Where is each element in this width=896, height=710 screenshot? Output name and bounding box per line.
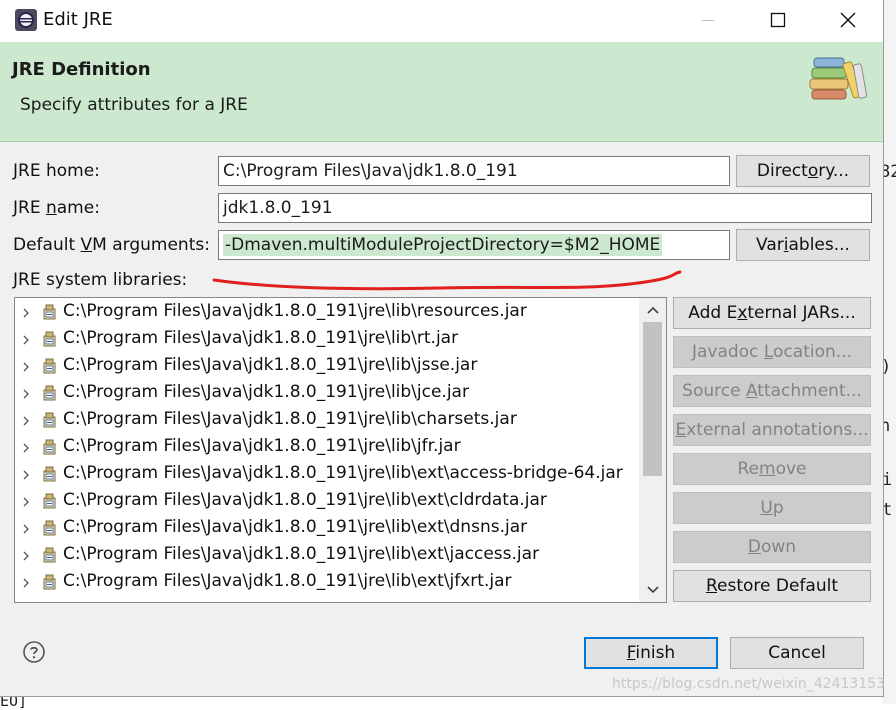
- jar-icon: [43, 520, 56, 536]
- chevron-right-icon[interactable]: [21, 416, 31, 426]
- jar-icon: [43, 574, 56, 590]
- jar-icon: [43, 304, 56, 320]
- library-path: C:\Program Files\Java\jdk1.8.0_191\jre\l…: [63, 301, 527, 321]
- close-icon: [840, 12, 856, 28]
- chevron-right-icon[interactable]: [21, 443, 31, 453]
- chevron-right-icon[interactable]: [21, 362, 31, 372]
- scroll-down-arrow-icon[interactable]: [646, 582, 660, 596]
- edit-jre-dialog: Edit JRE JRE Definition Specify attribut…: [0, 0, 886, 697]
- tree-vertical-scrollbar[interactable]: [639, 298, 666, 602]
- books-icon: [809, 57, 868, 100]
- library-path: C:\Program Files\Java\jdk1.8.0_191\jre\l…: [63, 544, 540, 564]
- jar-icon: [43, 466, 56, 482]
- library-path: C:\Program Files\Java\jdk1.8.0_191\jre\l…: [63, 436, 461, 456]
- library-path: C:\Program Files\Java\jdk1.8.0_191\jre\l…: [63, 517, 528, 537]
- variables-button[interactable]: Variables...: [736, 229, 870, 261]
- library-tree-row[interactable]: C:\Program Files\Java\jdk1.8.0_191\jre\l…: [15, 461, 640, 488]
- library-path: C:\Program Files\Java\jdk1.8.0_191\jre\l…: [63, 409, 517, 429]
- header-title: JRE Definition: [12, 59, 151, 80]
- library-tree-row[interactable]: C:\Program Files\Java\jdk1.8.0_191\jre\l…: [15, 488, 640, 515]
- chevron-right-icon[interactable]: [21, 308, 31, 318]
- library-tree-row[interactable]: C:\Program Files\Java\jdk1.8.0_191\jre\l…: [15, 542, 640, 569]
- external-annotations-button[interactable]: External annotations...: [673, 414, 871, 446]
- remove-button[interactable]: Remove: [673, 453, 871, 485]
- javadoc-location-button[interactable]: Javadoc Location...: [673, 336, 871, 368]
- jre-system-libraries-label: JRE system libraries:: [13, 270, 188, 290]
- chevron-right-icon[interactable]: [21, 389, 31, 399]
- chevron-right-icon[interactable]: [21, 578, 31, 588]
- jre-home-input[interactable]: C:\Program Files\Java\jdk1.8.0_191: [218, 156, 730, 186]
- library-path: C:\Program Files\Java\jdk1.8.0_191\jre\l…: [63, 463, 623, 483]
- red-underline-annotation: [212, 270, 682, 291]
- library-tree-row[interactable]: C:\Program Files\Java\jdk1.8.0_191\jre\l…: [15, 515, 640, 542]
- library-tree-row[interactable]: C:\Program Files\Java\jdk1.8.0_191\jre\l…: [15, 569, 640, 596]
- jar-icon: [43, 547, 56, 563]
- background-window-edge: [882, 0, 896, 704]
- library-tree-row[interactable]: C:\Program Files\Java\jdk1.8.0_191\jre\l…: [15, 299, 640, 326]
- source-attachment-button[interactable]: Source Attachment...: [673, 375, 871, 407]
- library-tree-row[interactable]: C:\Program Files\Java\jdk1.8.0_191\jre\l…: [15, 434, 640, 461]
- chevron-right-icon[interactable]: [21, 524, 31, 534]
- chevron-right-icon[interactable]: [21, 497, 31, 507]
- library-path: C:\Program Files\Java\jdk1.8.0_191\jre\l…: [63, 328, 459, 348]
- eclipse-icon: [15, 9, 37, 31]
- watermark: https://blog.csdn.net/weixin_42413153: [612, 676, 886, 692]
- library-tree-row[interactable]: C:\Program Files\Java\jdk1.8.0_191\jre\l…: [15, 353, 640, 380]
- jar-icon: [43, 439, 56, 455]
- vm-arguments-value: -Dmaven.multiModuleProjectDirectory=$M2_…: [223, 234, 663, 256]
- library-path: C:\Program Files\Java\jdk1.8.0_191\jre\l…: [63, 571, 512, 591]
- add-external-jars-button[interactable]: Add External JARs...: [673, 297, 871, 329]
- jar-icon: [43, 493, 56, 509]
- maximize-button[interactable]: [743, 0, 813, 40]
- jar-icon: [43, 331, 56, 347]
- jar-icon: [43, 358, 56, 374]
- chevron-right-icon[interactable]: [21, 470, 31, 480]
- window-title: Edit JRE: [43, 9, 113, 30]
- jre-name-label: JRE name:: [13, 198, 100, 218]
- jre-home-label: JRE home:: [13, 161, 100, 181]
- help-icon[interactable]: [22, 640, 46, 664]
- close-button[interactable]: [813, 0, 883, 40]
- library-path: C:\Program Files\Java\jdk1.8.0_191\jre\l…: [63, 382, 469, 402]
- minimize-button[interactable]: [673, 0, 743, 40]
- vm-arguments-input[interactable]: -Dmaven.multiModuleProjectDirectory=$M2_…: [218, 230, 730, 260]
- chevron-right-icon[interactable]: [21, 335, 31, 345]
- maximize-icon: [770, 12, 786, 28]
- header-subtitle: Specify attributes for a JRE: [20, 95, 248, 115]
- library-tree-row[interactable]: C:\Program Files\Java\jdk1.8.0_191\jre\l…: [15, 407, 640, 434]
- cancel-button[interactable]: Cancel: [730, 637, 864, 669]
- jre-name-input[interactable]: jdk1.8.0_191: [218, 193, 872, 223]
- down-button[interactable]: Down: [673, 531, 871, 563]
- library-path: C:\Program Files\Java\jdk1.8.0_191\jre\l…: [63, 355, 478, 375]
- chevron-right-icon[interactable]: [21, 551, 31, 561]
- minimize-icon: [702, 20, 714, 21]
- library-tree-row[interactable]: C:\Program Files\Java\jdk1.8.0_191\jre\l…: [15, 326, 640, 353]
- jar-icon: [43, 412, 56, 428]
- scroll-up-arrow-icon[interactable]: [646, 304, 660, 318]
- library-tree-row[interactable]: C:\Program Files\Java\jdk1.8.0_191\jre\l…: [15, 380, 640, 407]
- vm-arguments-label: Default VM arguments:: [13, 235, 210, 255]
- libraries-tree[interactable]: C:\Program Files\Java\jdk1.8.0_191\jre\l…: [14, 297, 667, 603]
- scrollbar-thumb[interactable]: [643, 322, 662, 476]
- finish-button[interactable]: Finish: [584, 637, 718, 669]
- directory-button[interactable]: Directory...: [736, 155, 870, 187]
- jar-icon: [43, 385, 56, 401]
- library-path: C:\Program Files\Java\jdk1.8.0_191\jre\l…: [63, 490, 547, 510]
- up-button[interactable]: Up: [673, 492, 871, 524]
- restore-default-button[interactable]: Restore Default: [673, 570, 871, 602]
- dialog-header: JRE Definition Specify attributes for a …: [0, 42, 883, 142]
- title-bar[interactable]: Edit JRE: [0, 0, 883, 42]
